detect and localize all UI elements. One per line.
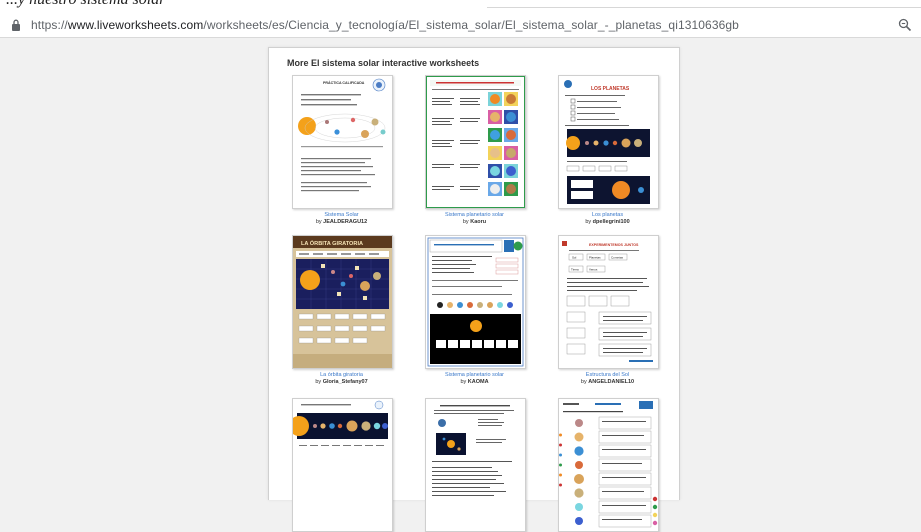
by-label: by [580, 379, 587, 385]
url-host: www.liveworksheets.com [67, 18, 204, 32]
worksheet-thumbnail[interactable]: EXPERIMENTEMOS JUNTOS Sol Planetas Comet… [558, 235, 659, 369]
worksheet-thumbnail[interactable] [425, 235, 526, 369]
worksheet-caption[interactable]: Estructura del Sol by ANGELDANIEL10 [552, 372, 663, 386]
thumb-text: Cometas [611, 256, 624, 260]
by-label: by [315, 379, 322, 385]
worksheet-caption[interactable]: La órbita giratoria by Gloria_Stefany07 [286, 372, 397, 386]
worksheet-thumbnail[interactable] [425, 398, 526, 532]
address-bar[interactable]: https://www.liveworksheets.com/worksheet… [0, 13, 921, 38]
worksheet-caption[interactable]: Sistema Solar by JEALDERAGU12 [286, 212, 397, 226]
by-label: by [460, 379, 467, 385]
url-scheme: https:// [31, 18, 68, 32]
thumb-text: Tierra [571, 268, 579, 272]
by-label: by [462, 219, 469, 225]
worksheet-thumbnail[interactable] [558, 398, 659, 532]
author-name: dpellegrini100 [592, 219, 630, 225]
tab-divider [487, 7, 921, 8]
thumb-text: Planetas [589, 256, 601, 260]
worksheet-thumbnail[interactable]: LA ÓRBITA GIRATORIA [292, 235, 393, 369]
tab-strip: ...y nuestro sistema solar [0, 0, 921, 13]
by-label: by [585, 219, 592, 225]
panel-title: More El sistema solar interactive worksh… [287, 58, 480, 68]
worksheet-title-link[interactable]: Estructura del Sol [552, 372, 663, 379]
more-worksheets-panel: More El sistema solar interactive worksh… [268, 47, 680, 532]
worksheet-caption[interactable]: Sistema planetario solar by KAOMA [419, 372, 530, 386]
by-label: by [315, 219, 322, 225]
worksheet-caption[interactable]: Sistema planetario solar by Kaoru [419, 212, 530, 226]
worksheet-title-link[interactable]: La órbita giratoria [286, 372, 397, 379]
author-name: ANGELDANIEL10 [588, 379, 635, 385]
worksheet-title-link[interactable]: Los planetas [552, 212, 663, 219]
url-path: /worksheets/es/Ciencia_y_tecnología/El_s… [203, 18, 739, 32]
cropped-page-text: ...y nuestro sistema solar [6, 0, 165, 9]
worksheet-author: by Kaoru [419, 219, 530, 226]
thumb-text: EXPERIMENTEMOS JUNTOS [589, 243, 639, 247]
worksheet-thumbnail[interactable]: PRÁCTICA CALIFICADA [292, 75, 393, 209]
lock-icon[interactable] [11, 19, 21, 31]
worksheet-thumbnail[interactable] [292, 398, 393, 532]
worksheet-author: by JEALDERAGU12 [286, 219, 397, 226]
worksheet-author: by ANGELDANIEL10 [552, 379, 663, 386]
page-content: More El sistema solar interactive worksh… [0, 38, 921, 532]
thumb-text: LOS PLANETAS [591, 86, 630, 92]
worksheet-title-link[interactable]: Sistema planetario solar [419, 212, 530, 219]
author-name: KAOMA [467, 379, 489, 385]
magnifier-icon[interactable] [898, 18, 912, 32]
url-text[interactable]: https://www.liveworksheets.com/worksheet… [31, 18, 739, 32]
worksheet-thumbnail[interactable] [425, 75, 526, 209]
worksheet-title-link[interactable]: Sistema planetario solar [419, 372, 530, 379]
author-name: Kaoru [470, 219, 487, 225]
worksheet-title-link[interactable]: Sistema Solar [286, 212, 397, 219]
thumb-text: Sol [572, 256, 577, 260]
thumb-text: Venus [589, 268, 598, 272]
worksheet-thumbnail[interactable]: LOS PLANETAS [558, 75, 659, 209]
worksheet-author: by dpellegrini100 [552, 219, 663, 226]
thumb-text: PRÁCTICA CALIFICADA [323, 80, 365, 85]
thumb-text: LA ÓRBITA GIRATORIA [301, 239, 363, 247]
author-name: JEALDERAGU12 [323, 219, 368, 225]
worksheet-author: by Gloria_Stefany07 [286, 379, 397, 386]
worksheet-author: by KAOMA [419, 379, 530, 386]
author-name: Gloria_Stefany07 [322, 379, 368, 385]
worksheet-caption[interactable]: Los planetas by dpellegrini100 [552, 212, 663, 226]
